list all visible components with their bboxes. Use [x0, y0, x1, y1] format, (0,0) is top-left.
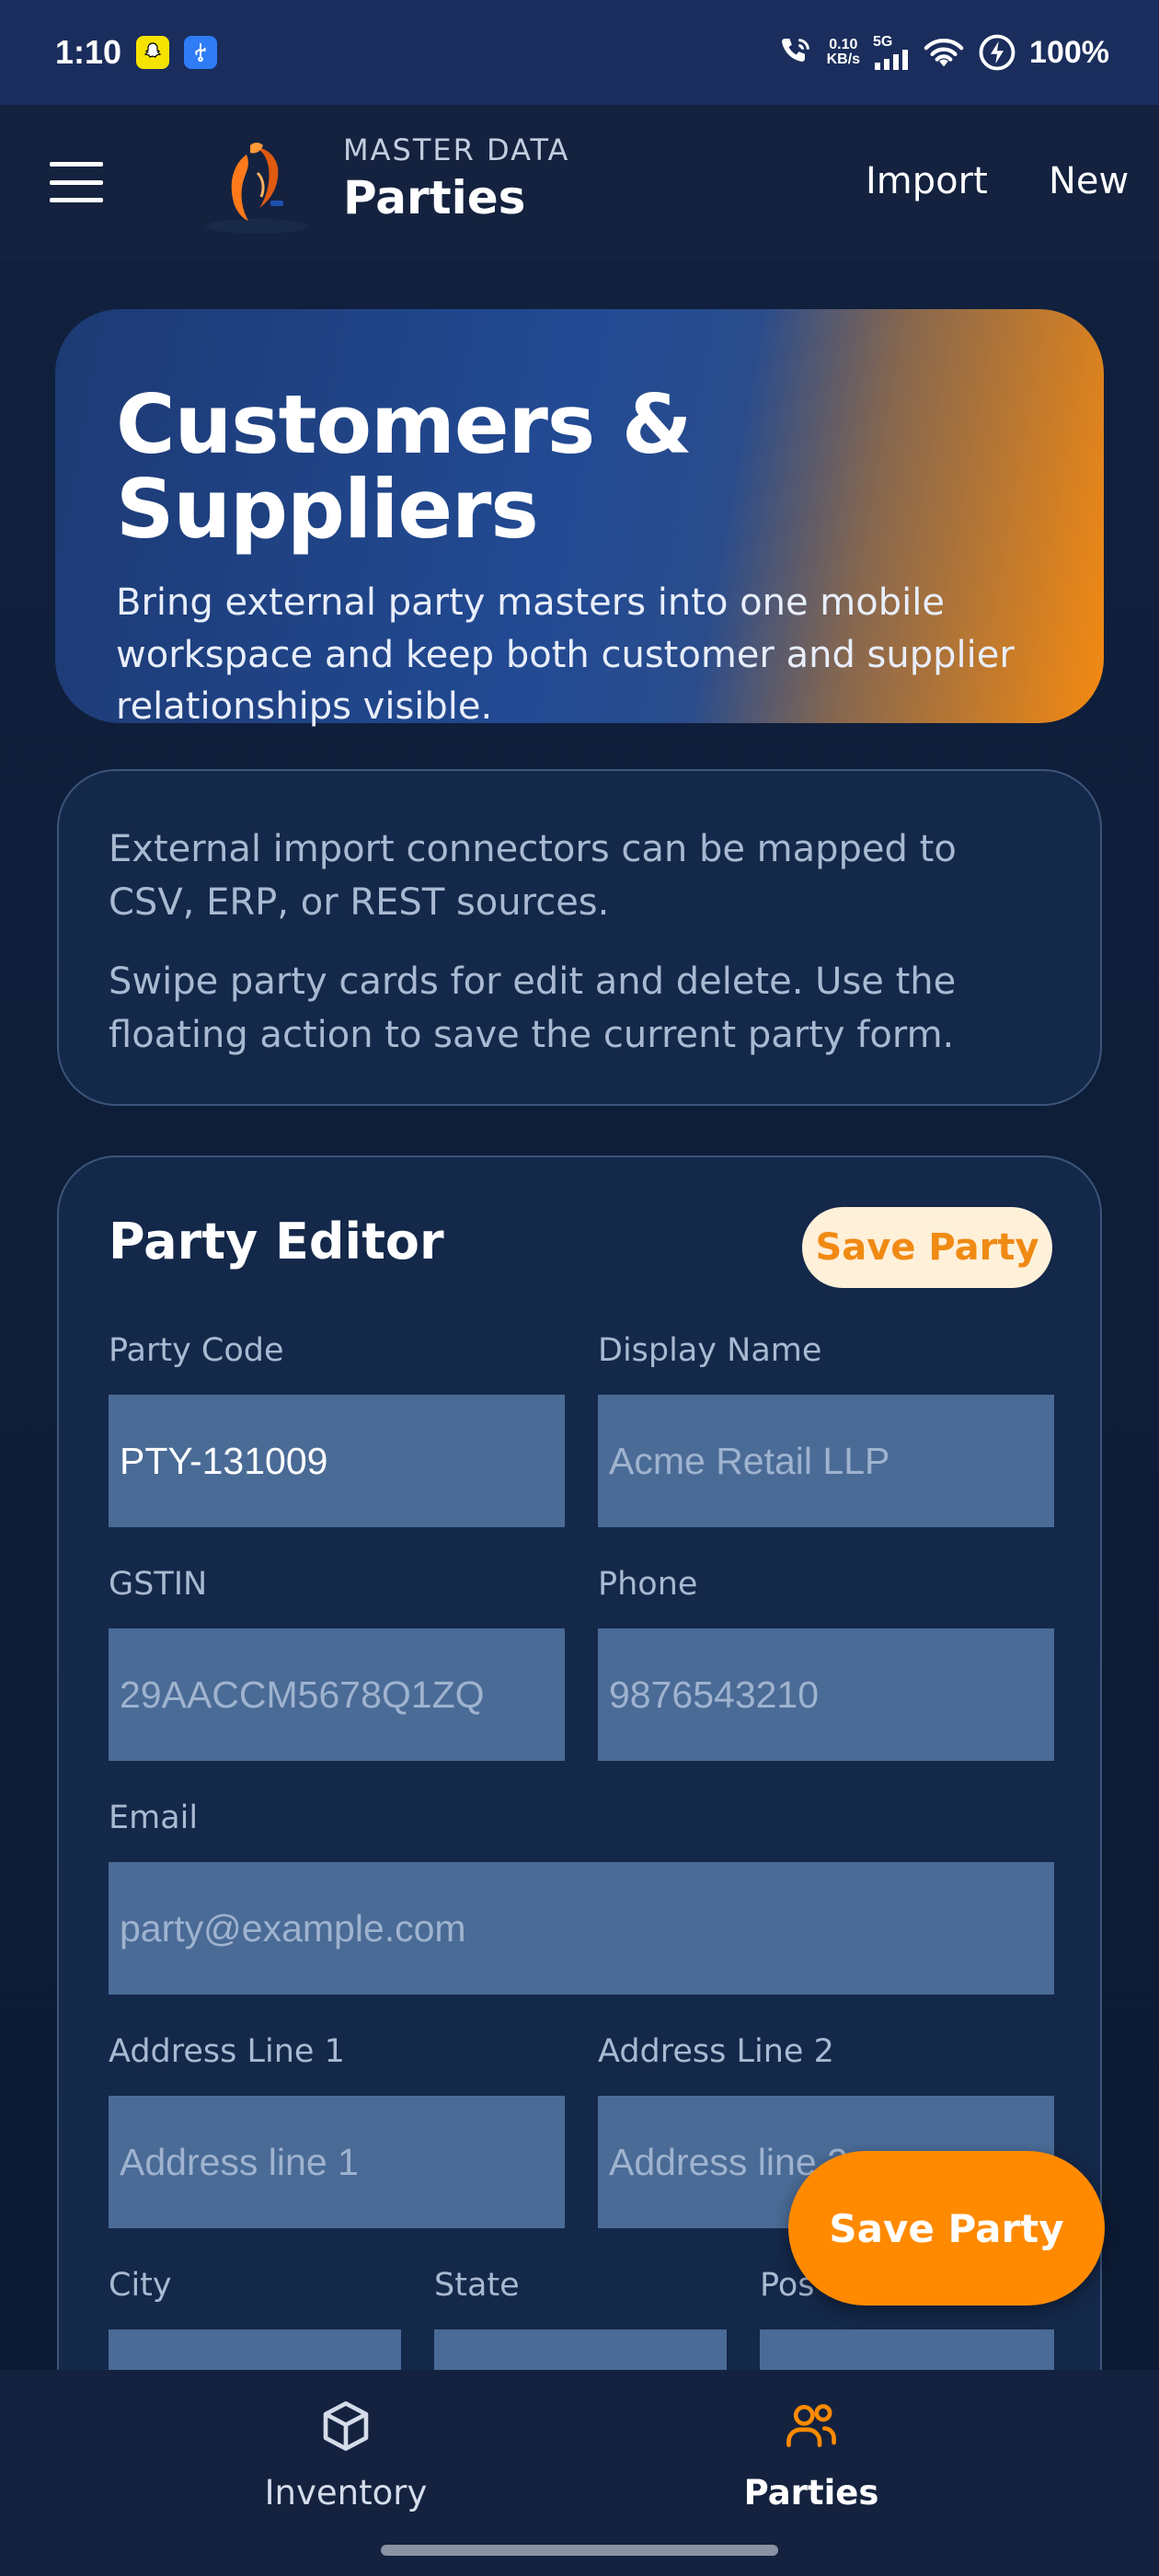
cellular-signal-icon: 5G: [873, 35, 910, 70]
display-name-label: Display Name: [598, 1332, 822, 1369]
app-logo: [201, 136, 320, 237]
app-titles: MASTER DATA Parties: [343, 132, 569, 224]
nav-label-inventory: Inventory: [264, 2473, 428, 2513]
city-input[interactable]: [109, 2329, 401, 2370]
wifi-icon: [924, 39, 964, 67]
address-line-2-label: Address Line 2: [598, 2033, 834, 2070]
usb-notification-icon: [184, 36, 218, 69]
info-card: External import connectors can be mapped…: [57, 769, 1102, 1106]
bottom-navigation: Inventory Parties: [0, 2370, 1159, 2576]
battery-percentage: 100%: [1029, 34, 1109, 70]
nav-item-inventory[interactable]: Inventory: [208, 2398, 484, 2513]
phone-label: Phone: [598, 1566, 698, 1603]
hero-title: Customers & Suppliers: [116, 377, 693, 558]
box-icon: [323, 2401, 369, 2451]
network-speed: 0.10 KB/s: [826, 37, 861, 67]
email-input[interactable]: [109, 1862, 1054, 1995]
state-input[interactable]: [434, 2329, 727, 2370]
nav-item-parties[interactable]: Parties: [673, 2398, 949, 2513]
nav-label-parties: Parties: [743, 2473, 879, 2513]
new-button[interactable]: New: [1049, 160, 1129, 202]
wifi-calling-icon: [781, 39, 809, 62]
import-button[interactable]: Import: [866, 160, 988, 202]
main-content[interactable]: Customers & Suppliers Bring external par…: [0, 259, 1159, 2370]
address-line-1-label: Address Line 1: [109, 2033, 345, 2070]
status-right: 0.10 KB/s 5G 100%: [777, 33, 1109, 72]
app-bar: MASTER DATA Parties Import New: [0, 105, 1159, 259]
gesture-bar[interactable]: [381, 2545, 778, 2556]
address-line-1-input[interactable]: [109, 2096, 565, 2228]
status-bar: 1:10 0.10 KB/s 5G 100%: [0, 0, 1159, 105]
hero-banner: Customers & Suppliers Bring external par…: [55, 309, 1104, 728]
email-label: Email: [109, 1800, 199, 1836]
party-code-label: Party Code: [109, 1332, 284, 1369]
party-code-input[interactable]: [109, 1395, 565, 1527]
menu-button[interactable]: [50, 162, 103, 202]
display-name-input[interactable]: [598, 1395, 1054, 1527]
hero-description: Bring external party masters into one mo…: [116, 581, 1015, 729]
city-label: City: [109, 2267, 172, 2304]
info-swipe-note: Swipe party cards for edit and delete. U…: [109, 960, 957, 1056]
status-left: 1:10: [55, 33, 218, 72]
page-title: Parties: [343, 171, 526, 224]
hamburger-icon: [50, 162, 103, 167]
snapchat-notification-icon: [136, 36, 170, 69]
battery-charging-icon: [979, 34, 1016, 71]
save-party-fab[interactable]: Save Party: [788, 2151, 1105, 2306]
users-icon: [786, 2404, 836, 2447]
phone-input[interactable]: [598, 1628, 1054, 1761]
state-label: State: [434, 2267, 520, 2304]
gstin-input[interactable]: [109, 1628, 565, 1761]
status-time: 1:10: [55, 33, 122, 71]
app-eyebrow: MASTER DATA: [343, 132, 570, 167]
party-editor-title: Party Editor: [109, 1213, 444, 1271]
info-import-note: External import connectors can be mapped…: [109, 828, 957, 924]
postal-code-input[interactable]: [760, 2329, 1054, 2370]
gstin-label: GSTIN: [109, 1566, 208, 1603]
save-party-button[interactable]: Save Party: [802, 1207, 1052, 1288]
